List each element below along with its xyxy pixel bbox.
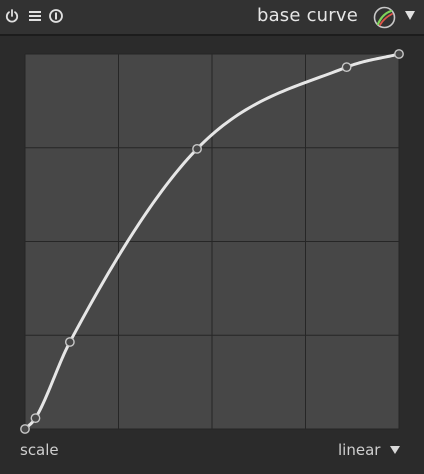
curve-control-point[interactable] [341, 62, 352, 73]
base-curve-graph[interactable] [0, 0, 424, 474]
scale-label[interactable]: scale [20, 441, 59, 459]
curve-control-point[interactable] [20, 424, 30, 434]
mode-dropdown-icon[interactable] [389, 445, 401, 455]
curve-control-point[interactable] [192, 143, 202, 154]
interpolation-mode-label[interactable]: linear [338, 441, 380, 459]
curve-control-point[interactable] [394, 49, 404, 59]
curve-control-point[interactable] [30, 413, 41, 424]
curve-control-point[interactable] [64, 337, 75, 347]
